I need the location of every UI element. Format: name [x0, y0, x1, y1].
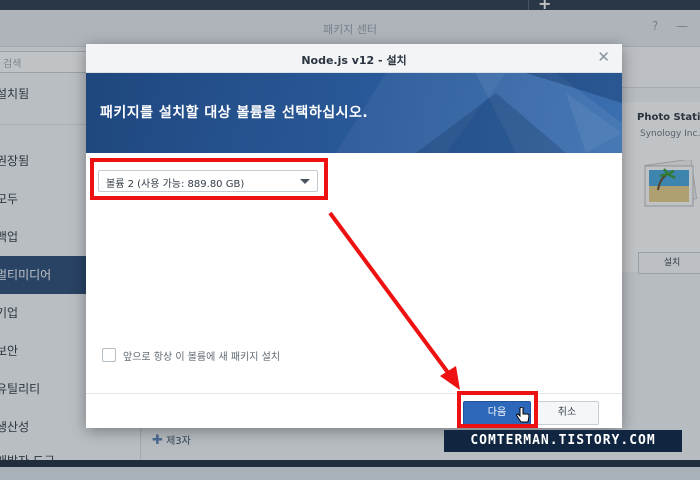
dialog-titlebar: Node.js v12 - 설치 ✕: [86, 44, 622, 73]
default-volume-checkbox[interactable]: [102, 348, 116, 362]
close-icon[interactable]: ✕: [597, 48, 610, 66]
volume-highlight-box: [90, 158, 328, 200]
dialog-title: Node.js v12 - 설치: [301, 54, 407, 67]
dialog-footer-divider: [86, 393, 622, 394]
dialog-banner: 패키지를 설치할 대상 볼륨을 선택하십시오.: [86, 73, 622, 153]
install-dialog: Node.js v12 - 설치 ✕ 패키지를 설치할 대상 볼륨을 선택하십시…: [86, 44, 622, 428]
cancel-button[interactable]: 취소: [535, 401, 599, 425]
banner-heading: 패키지를 설치할 대상 볼륨을 선택하십시오.: [100, 105, 369, 121]
watermark-banner: COMTERMAN.TISTORY.COM: [444, 430, 682, 452]
hand-cursor-icon: [516, 407, 530, 423]
default-volume-label: 앞으로 항상 이 볼륨에 새 패키지 설치: [123, 352, 281, 363]
